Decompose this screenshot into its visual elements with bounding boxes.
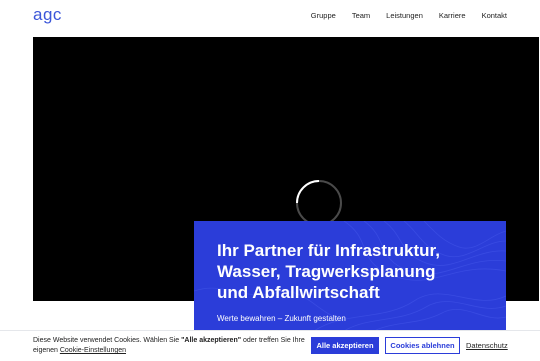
site-header: agc Gruppe Team Leistungen Karriere Kont… [0,0,540,34]
privacy-link[interactable]: Datenschutz [466,341,508,350]
hero-title-line-2: Wasser, Tragwerksplanung [217,262,436,281]
hero-card: Ihr Partner für Infrastruktur, Wasser, T… [194,221,506,331]
logo[interactable]: agc [33,5,62,25]
nav-item-leistungen[interactable]: Leistungen [386,11,423,20]
cookie-settings-link[interactable]: Cookie-Einstellungen [60,347,126,354]
decline-cookies-button[interactable]: Cookies ablehnen [385,337,460,354]
hero-title: Ihr Partner für Infrastruktur, Wasser, T… [217,240,497,303]
main-nav: Gruppe Team Leistungen Karriere Kontakt [311,11,507,20]
cookie-banner: Diese Website verwendet Cookies. Wählen … [0,330,540,361]
loading-spinner-icon [296,180,342,226]
nav-item-gruppe[interactable]: Gruppe [311,11,336,20]
hero-title-line-1: Ihr Partner für Infrastruktur, [217,241,440,260]
cookie-text: Diese Website verwendet Cookies. Wählen … [33,336,323,356]
hero-title-line-3: und Abfallwirtschaft [217,283,380,302]
nav-item-team[interactable]: Team [352,11,370,20]
cookie-text-part-1: Diese Website verwendet Cookies. Wählen … [33,337,182,344]
nav-item-karriere[interactable]: Karriere [439,11,466,20]
accept-all-button[interactable]: Alle akzeptieren [311,337,379,354]
hero-subtitle: Werte bewahren – Zukunft gestalten [217,314,346,323]
cookie-text-bold: "Alle akzeptieren" [181,337,242,344]
nav-item-kontakt[interactable]: Kontakt [482,11,507,20]
